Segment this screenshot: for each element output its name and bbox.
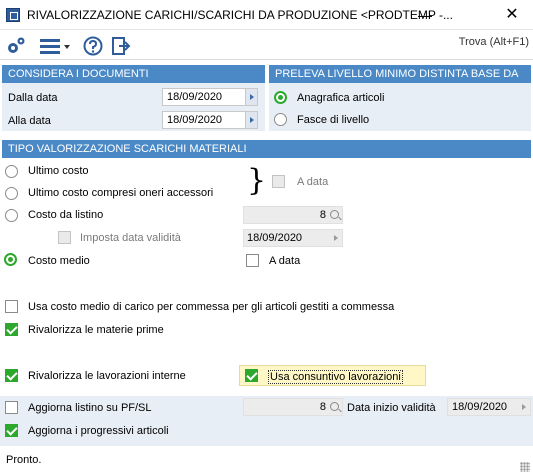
listino-value: 8: [319, 209, 326, 221]
status-text: Pronto.: [6, 454, 42, 466]
imposta-data-field[interactable]: 18/09/2020: [243, 229, 343, 247]
imposta-arrow-icon[interactable]: [334, 235, 338, 241]
anagrafica-radio[interactable]: [274, 91, 287, 104]
imposta-data-value: 18/09/2020: [247, 232, 303, 244]
fasce-radio[interactable]: [274, 113, 287, 126]
imposta-data-checkbox[interactable]: [58, 231, 71, 244]
aggiorna-progressivi-label: Aggiorna i progressivi articoli: [28, 425, 169, 437]
aggiorna-progressivi-checkbox[interactable]: [5, 424, 18, 437]
menu-icon[interactable]: [38, 36, 72, 56]
rivalorizza-lav-checkbox[interactable]: [5, 369, 18, 382]
help-icon[interactable]: [82, 36, 104, 56]
window-title: RIVALORIZZAZIONE CARICHI/SCARICHI DA PRO…: [27, 8, 453, 22]
brace: }: [247, 163, 267, 198]
gear-icon[interactable]: [5, 36, 27, 56]
a-data-medio-label: A data: [269, 255, 301, 267]
ultimo-costo-label: Ultimo costo: [28, 165, 89, 177]
search-icon[interactable]: [330, 402, 339, 411]
costo-listino-radio[interactable]: [5, 209, 18, 222]
dalla-data-label: Dalla data: [8, 92, 58, 104]
usa-consuntivo-label: Usa consuntivo lavorazioni: [268, 370, 403, 384]
app-icon: [6, 8, 20, 22]
preleva-header: PRELEVA LIVELLO MINIMO DISTINTA BASE DA: [269, 65, 531, 83]
dalla-data-field[interactable]: 18/09/2020: [162, 88, 258, 106]
toolbar: Trova (Alt+F1): [0, 30, 533, 60]
exit-icon[interactable]: [111, 36, 131, 56]
status-bar: Pronto.: [0, 446, 533, 475]
a-data-top-label: A data: [297, 176, 329, 188]
dalla-data-arrow-icon[interactable]: [245, 88, 258, 106]
costo-medio-radio[interactable]: [4, 253, 17, 266]
resize-grip-icon[interactable]: [520, 462, 530, 472]
costo-listino-label: Costo da listino: [28, 209, 104, 221]
listino-field[interactable]: 8: [243, 206, 343, 224]
imposta-data-label: Imposta data validità: [80, 232, 181, 244]
search-icon[interactable]: [330, 210, 339, 219]
ultimo-oneri-radio[interactable]: [5, 187, 18, 200]
considera-header: CONSIDERA I DOCUMENTI: [2, 65, 265, 83]
ultimo-oneri-label: Ultimo costo compresi oneri accessori: [28, 187, 214, 199]
aggiorna-listino-checkbox[interactable]: [5, 401, 18, 414]
rivalorizza-mp-label: Rivalorizza le materie prime: [28, 324, 164, 336]
anagrafica-label: Anagrafica articoli: [297, 92, 385, 104]
aggiorna-listino-label: Aggiorna listino su PF/SL: [28, 402, 152, 414]
a-data-medio-checkbox[interactable]: [246, 254, 259, 267]
dalla-data-value: 18/09/2020: [167, 91, 223, 103]
minimize-button[interactable]: —: [404, 0, 446, 30]
alla-data-value: 18/09/2020: [167, 114, 223, 126]
tipo-header: TIPO VALORIZZAZIONE SCARICHI MATERIALI: [2, 140, 531, 158]
fasce-label: Fasce di livello: [297, 114, 370, 126]
data-inizio-label: Data inizio validità: [347, 402, 436, 414]
a-data-top-checkbox[interactable]: [272, 175, 285, 188]
aggiorna-listino-value: 8: [319, 401, 326, 413]
alla-data-arrow-icon[interactable]: [245, 111, 258, 129]
alla-data-label: Alla data: [8, 115, 51, 127]
rivalorizza-mp-checkbox[interactable]: [5, 323, 18, 336]
search-button[interactable]: Trova (Alt+F1): [459, 36, 529, 48]
alla-data-field[interactable]: 18/09/2020: [162, 111, 258, 129]
close-button[interactable]: ✕: [491, 0, 533, 30]
aggiorna-listino-field[interactable]: 8: [243, 398, 343, 416]
title-bar: RIVALORIZZAZIONE CARICHI/SCARICHI DA PRO…: [0, 0, 533, 30]
data-inizio-arrow-icon[interactable]: [522, 404, 526, 410]
rivalorizza-lav-label: Rivalorizza le lavorazioni interne: [28, 370, 186, 382]
ultimo-costo-radio[interactable]: [5, 165, 18, 178]
data-inizio-field[interactable]: 18/09/2020: [447, 398, 531, 416]
usa-costo-medio-checkbox[interactable]: [5, 300, 18, 313]
usa-consuntivo-checkbox[interactable]: [245, 369, 258, 382]
data-inizio-value: 18/09/2020: [452, 401, 508, 413]
usa-costo-medio-label: Usa costo medio di carico per commessa p…: [28, 301, 395, 313]
costo-medio-label: Costo medio: [28, 255, 90, 267]
